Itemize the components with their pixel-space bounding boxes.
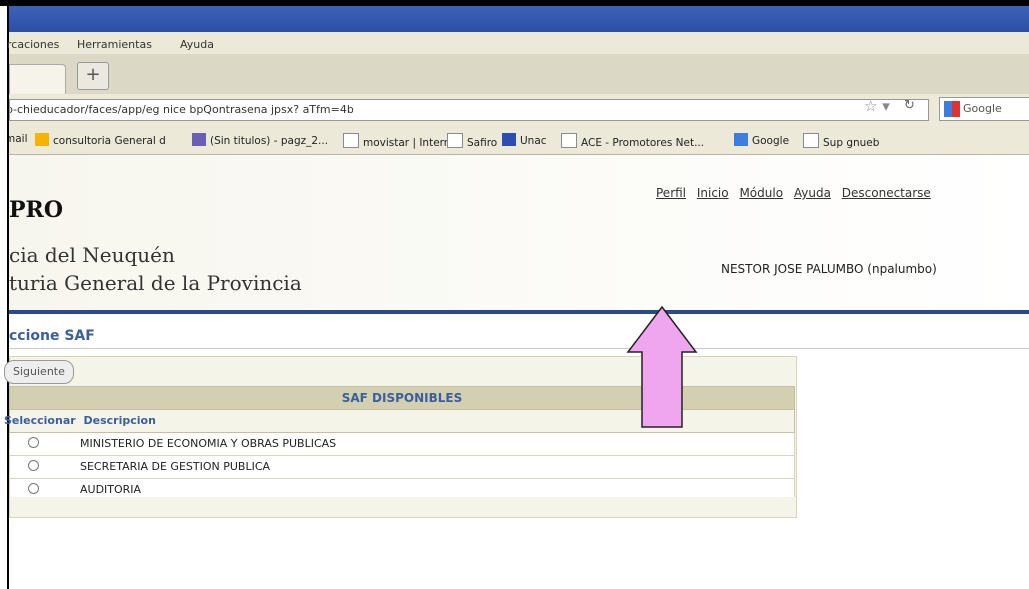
annotation-arrow bbox=[626, 305, 698, 428]
logged-user: NESTOR JOSE PALUMBO (npalumbo) bbox=[721, 262, 937, 276]
page-icon bbox=[343, 133, 359, 148]
navigation-bar: p-chieducador/faces/app/eg nice bpQontra… bbox=[9, 94, 1029, 124]
menu-item-herramientas[interactable]: Herramientas bbox=[77, 38, 152, 51]
address-bar-url: p-chieducador/faces/app/eg nice bpQontra… bbox=[9, 103, 354, 116]
table-row: AUDITORIA bbox=[9, 479, 795, 497]
bookmark-icon bbox=[192, 133, 206, 146]
bookmark-star-icon[interactable]: ☆ ▾ bbox=[864, 97, 890, 115]
menu-item-operaciones[interactable]: rcaciones bbox=[7, 38, 59, 51]
bookmark-item[interactable]: ACE - Promotores Net... bbox=[561, 133, 704, 149]
google-icon bbox=[944, 101, 960, 117]
bookmark-item[interactable]: Sup gnueb bbox=[803, 133, 879, 149]
search-engine-label: Google bbox=[963, 102, 1002, 115]
link-desconectarse[interactable]: Desconectarse bbox=[842, 186, 931, 200]
bookmark-item[interactable]: Google bbox=[734, 133, 789, 147]
bookmark-item[interactable]: consultoria General d bbox=[35, 133, 166, 147]
row-description: SECRETARIA DE GESTION PUBLICA bbox=[80, 460, 271, 473]
browser-tab[interactable] bbox=[9, 64, 66, 95]
bookmark-icon bbox=[35, 133, 49, 146]
column-header-seleccionar: Seleccionar bbox=[4, 414, 76, 427]
next-button[interactable]: Siguiente bbox=[4, 360, 74, 384]
row-radio[interactable] bbox=[28, 437, 39, 448]
google-icon bbox=[734, 133, 748, 146]
app-brand: PRO bbox=[9, 197, 63, 223]
bookmark-item[interactable]: Unac bbox=[502, 133, 547, 147]
menu-bar: rcaciones Herramientas Ayuda bbox=[7, 32, 1029, 54]
bookmark-item[interactable]: Safiro bbox=[447, 133, 497, 149]
bookmark-item[interactable]: (Sin titulos) - pagz_2... bbox=[192, 133, 328, 147]
top-links: Perfil Inicio Módulo Ayuda Desconectarse bbox=[656, 186, 938, 200]
header-divider bbox=[9, 310, 1029, 314]
page-icon bbox=[447, 133, 463, 148]
address-bar[interactable]: p-chieducador/faces/app/eg nice bpQontra… bbox=[9, 99, 929, 121]
page-header: PRO cia del Neuquén turia General de la … bbox=[9, 155, 1029, 310]
link-perfil[interactable]: Perfil bbox=[656, 186, 686, 200]
tab-bar: + bbox=[9, 54, 1029, 95]
search-box[interactable]: Google bbox=[939, 97, 1029, 121]
bookmark-item[interactable]: mail bbox=[9, 133, 28, 145]
link-inicio[interactable]: Inicio bbox=[697, 186, 729, 200]
org-subname: turia General de la Provincia bbox=[9, 271, 302, 295]
column-header-descripcion: Descripcion bbox=[83, 414, 156, 427]
section-title: ccione SAF bbox=[9, 328, 95, 344]
row-description: AUDITORIA bbox=[80, 483, 142, 496]
window-titlebar bbox=[9, 6, 1029, 32]
bookmark-item[interactable]: movistar | Internet bbox=[343, 133, 461, 149]
link-modulo[interactable]: Módulo bbox=[739, 186, 783, 200]
table-row: SECRETARIA DE GESTION PUBLICA bbox=[9, 456, 795, 479]
table-row: MINISTERIO DE ECONOMIA Y OBRAS PUBLICAS bbox=[9, 433, 795, 456]
row-radio[interactable] bbox=[28, 460, 39, 471]
org-name: cia del Neuquén bbox=[9, 243, 175, 267]
bookmarks-bar: mail consultoria General d (Sin titulos)… bbox=[9, 124, 1029, 155]
menu-item-ayuda[interactable]: Ayuda bbox=[180, 38, 214, 51]
bookmark-icon bbox=[502, 133, 516, 146]
page-icon bbox=[803, 133, 819, 148]
row-description: MINISTERIO DE ECONOMIA Y OBRAS PUBLICAS bbox=[80, 437, 337, 450]
row-radio[interactable] bbox=[28, 483, 39, 494]
link-ayuda[interactable]: Ayuda bbox=[794, 186, 831, 200]
reload-icon[interactable]: ↻ bbox=[904, 98, 915, 113]
page-icon bbox=[561, 133, 577, 148]
arrow-shape bbox=[626, 305, 698, 428]
new-tab-button[interactable]: + bbox=[77, 62, 109, 90]
section-divider bbox=[9, 348, 1029, 349]
